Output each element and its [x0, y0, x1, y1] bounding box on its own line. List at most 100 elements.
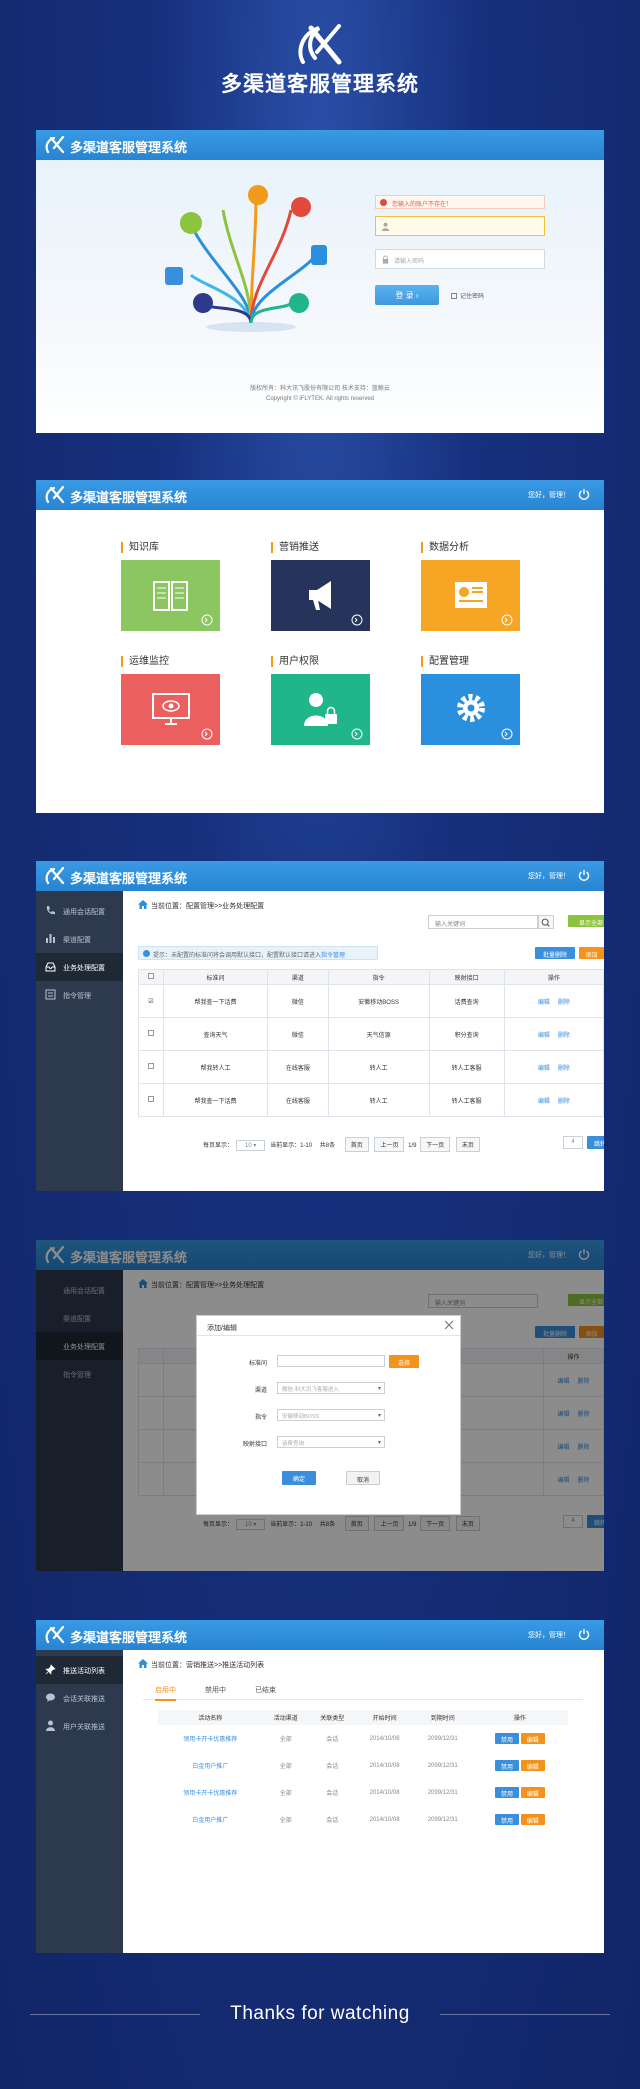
- delete-link[interactable]: 删除: [558, 1033, 570, 1039]
- row-checkbox[interactable]: [138, 1083, 164, 1117]
- sidebar-item-push-list[interactable]: 推送活动列表: [36, 1656, 123, 1684]
- sidebar-item-session-push[interactable]: 会话关联推送: [36, 1684, 123, 1712]
- sidebar-label: 会话关联推送: [63, 1696, 105, 1703]
- table-cell[interactable]: 领用卡开卡优惠推荐: [158, 1725, 263, 1752]
- username-input[interactable]: [375, 216, 545, 236]
- disable-button[interactable]: 禁用: [495, 1814, 520, 1825]
- edit-link[interactable]: 编辑: [538, 1033, 550, 1039]
- person-icon: [46, 1720, 55, 1731]
- channel-select[interactable]: 微信-科大讯飞客服进入 ▾: [277, 1382, 385, 1394]
- disable-button[interactable]: 禁用: [495, 1787, 520, 1798]
- password-input[interactable]: 请输入密码: [375, 249, 545, 269]
- sidebar-item-channel-config[interactable]: 渠道配置: [36, 925, 123, 953]
- edit-link[interactable]: 编辑: [538, 1066, 550, 1072]
- sidebar-item-command-manage[interactable]: 指令管理: [36, 981, 123, 1009]
- table-cell: 2099/12/31: [427, 1789, 458, 1796]
- search-input[interactable]: 输入关键词: [428, 915, 538, 929]
- disable-button[interactable]: 禁用: [495, 1733, 520, 1744]
- search-button[interactable]: [538, 915, 554, 929]
- delete-link[interactable]: 删除: [558, 1066, 570, 1072]
- field-label-interface: 映射接口: [242, 1442, 267, 1448]
- table-cell: 2099/12/31: [427, 1816, 458, 1823]
- remember-label: 记住密码: [460, 294, 485, 300]
- column-header: 到期时间: [413, 1710, 472, 1725]
- chart-icon: [46, 934, 55, 943]
- power-icon[interactable]: [578, 488, 590, 500]
- per-page-value: 10: [245, 1143, 252, 1149]
- sidebar-item-session-config[interactable]: 通用会话配置: [36, 897, 123, 925]
- tip-link-command[interactable]: 指令管理: [321, 953, 345, 959]
- module-tile-marketing[interactable]: [271, 560, 370, 631]
- select-button[interactable]: 选择: [389, 1355, 419, 1368]
- marketing-panel: 多渠道客服管理系统 您好，管理！ 推送活动列表 会话关联推送 用户关联推送 当前…: [36, 1620, 604, 1953]
- module-tile-config[interactable]: [421, 674, 520, 745]
- top-bar: 多渠道客服管理系统 您好，管理！: [36, 1620, 604, 1650]
- batch-delete-button[interactable]: 批量删除: [535, 947, 575, 959]
- checkbox-icon: [148, 973, 154, 979]
- delete-link[interactable]: 删除: [558, 1099, 570, 1105]
- table-cell[interactable]: 白金用户推广: [158, 1806, 263, 1833]
- monitor-icon: [152, 693, 213, 740]
- row-checkbox[interactable]: [138, 1050, 164, 1084]
- login-button[interactable]: 登 录 ›: [375, 285, 439, 305]
- error-icon: [380, 199, 387, 206]
- show-all-button[interactable]: 显示全部: [568, 915, 604, 927]
- tab-ended[interactable]: 已结束: [255, 1685, 276, 1695]
- edit-link[interactable]: 编辑: [538, 1000, 550, 1006]
- pagination: 每页显示： 10 ▾ 当前显示：1-10 共8条 首页 上一页 1/9 下一页 末…: [203, 1137, 482, 1152]
- power-icon[interactable]: [578, 1628, 590, 1640]
- per-page-select[interactable]: 10 ▾: [236, 1140, 266, 1151]
- column-header: 活动名称: [158, 1710, 263, 1725]
- login-panel: 多渠道客服管理系统 您输入的账户不存在！ 请输入密码 登 录 › 记住密码 版权…: [36, 130, 604, 433]
- prev-page-button[interactable]: 上一页: [374, 1137, 405, 1152]
- table-cell: 会话: [326, 1764, 339, 1770]
- question-input[interactable]: [277, 1355, 385, 1367]
- channel-tree-illustration: [165, 185, 327, 332]
- first-page-button[interactable]: 首页: [344, 1137, 369, 1152]
- confirm-button[interactable]: 确定: [282, 1471, 316, 1485]
- module-title-config: 配置管理: [421, 656, 469, 667]
- module-tile-knowledge[interactable]: [121, 560, 220, 631]
- channel-value: 微信-科大讯飞客服进入: [282, 1387, 339, 1393]
- column-header: 标准问: [162, 969, 269, 985]
- delete-link[interactable]: 删除: [558, 1000, 570, 1006]
- row-checkbox[interactable]: [138, 1017, 164, 1051]
- cancel-button[interactable]: 取消: [346, 1471, 380, 1485]
- business-table: 标准问 渠道 指令 映射接口 操作 ☑ 帮我查一下话费 微信 安徽移动BOSS …: [138, 969, 604, 1117]
- next-page-button[interactable]: 下一页: [420, 1137, 451, 1152]
- table-cell[interactable]: 白金用户推广: [158, 1752, 263, 1779]
- edit-button[interactable]: 编辑: [520, 1760, 545, 1771]
- power-icon[interactable]: [578, 869, 590, 881]
- edit-button[interactable]: 编辑: [520, 1787, 545, 1798]
- sidebar-item-user-push[interactable]: 用户关联推送: [36, 1712, 123, 1740]
- module-tile-analytics[interactable]: [421, 560, 520, 631]
- edit-button[interactable]: 编辑: [520, 1733, 545, 1744]
- goto-page-input[interactable]: 4: [563, 1136, 583, 1149]
- edit-link[interactable]: 编辑: [538, 1099, 550, 1105]
- user-lock-icon: [304, 693, 363, 740]
- user-greeting: 您好，管理！: [528, 873, 570, 880]
- sidebar-label: 通用会话配置: [63, 909, 105, 916]
- interface-select[interactable]: 话费查询 ▾: [277, 1436, 385, 1448]
- edit-button[interactable]: 编辑: [520, 1814, 545, 1825]
- last-page-button[interactable]: 末页: [455, 1137, 480, 1152]
- row-checkbox[interactable]: ☑: [138, 984, 164, 1018]
- remember-password-checkbox[interactable]: 记住密码: [451, 291, 484, 300]
- module-tile-permission[interactable]: [271, 674, 370, 745]
- command-select[interactable]: 安徽移动BOSS ▾: [277, 1409, 385, 1421]
- add-button[interactable]: 添加: [579, 947, 604, 959]
- chevron-down-icon: ▾: [377, 1413, 381, 1419]
- module-tile-monitor[interactable]: [121, 674, 220, 745]
- goto-page-button[interactable]: 跳转: [587, 1136, 604, 1149]
- table-cell: 2014/10/08: [369, 1816, 400, 1823]
- disable-button[interactable]: 禁用: [495, 1760, 520, 1771]
- header-checkbox[interactable]: [138, 969, 164, 985]
- tab-disabled[interactable]: 禁用中: [205, 1685, 226, 1695]
- tab-enabled[interactable]: 启用中: [155, 1685, 176, 1701]
- column-header: 操作: [503, 969, 604, 985]
- main-content: 当前位置：配置管理>>业务处理配置 输入关键词 显示全部 提示：未配置的标准问将…: [123, 891, 604, 1191]
- sidebar-item-business-config[interactable]: 业务处理配置: [36, 953, 123, 981]
- table-row: ☑ 帮我查一下话费 微信 安徽移动BOSS 话费查询 编辑 删除: [138, 984, 604, 1018]
- table-cell[interactable]: 领用卡开卡优惠推荐: [158, 1779, 263, 1806]
- close-icon[interactable]: [444, 1320, 454, 1330]
